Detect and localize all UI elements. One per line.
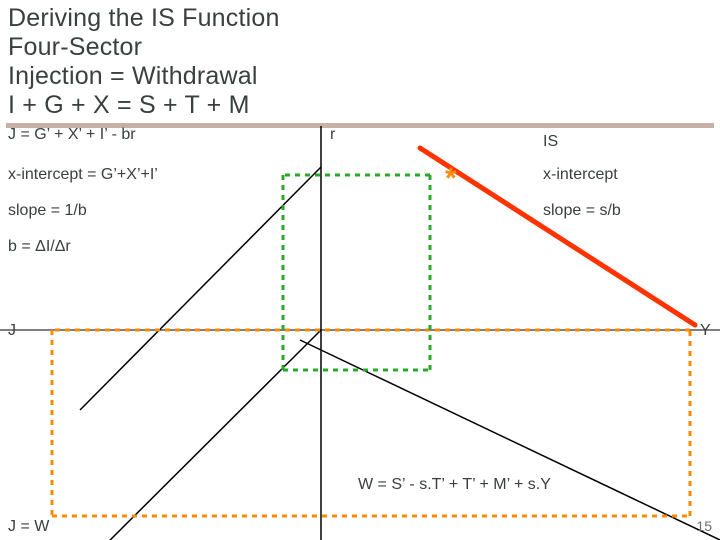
label-IS: IS xyxy=(543,133,558,151)
slide-number: 15 xyxy=(696,518,712,534)
label-W-eq: W = S’ - s.T’ + T’ + M’ + s.Y xyxy=(358,476,551,494)
label-JW: J = W xyxy=(8,518,49,536)
label-slope-left: slope = 1/b xyxy=(8,202,87,220)
axis-label-J: J xyxy=(8,322,16,340)
j-of-r-line xyxy=(80,167,321,410)
label-xint-right: x-intercept xyxy=(543,166,618,184)
label-b-def: b = ΔI/Δr xyxy=(8,238,71,256)
j-equals-w-line xyxy=(70,330,321,540)
equilibrium-marker: * xyxy=(445,162,457,195)
label-xint-left: x-intercept = G’+X’+I’ xyxy=(8,166,158,184)
label-J-eq: J = G’ + X’ + I’ - br xyxy=(8,126,136,144)
label-slope-right: slope = s/b xyxy=(543,202,621,220)
axis-label-Y: Y xyxy=(700,322,711,340)
axis-label-r: r xyxy=(330,126,335,144)
is-derivation-diagram: * xyxy=(0,0,720,540)
construction-green xyxy=(283,175,430,370)
